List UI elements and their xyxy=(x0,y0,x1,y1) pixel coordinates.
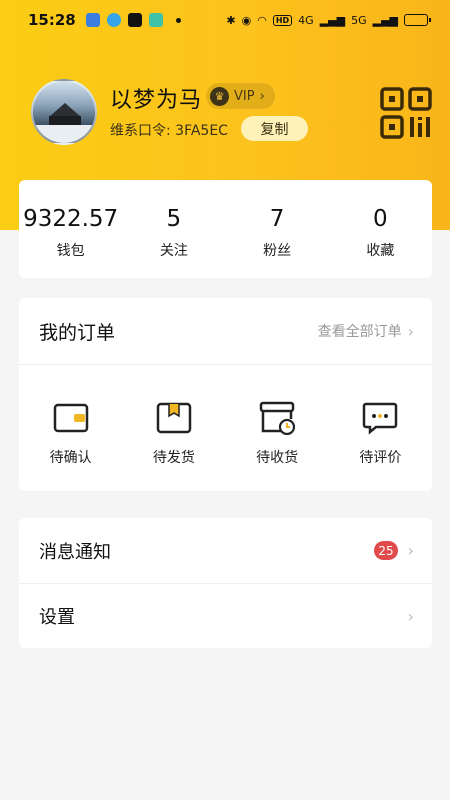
wifi-icon: ◠ xyxy=(257,13,267,27)
signal-bars-icon: ▂▄▆ xyxy=(319,13,346,27)
unread-badge: 25 xyxy=(374,541,398,560)
copy-button[interactable]: 复制 xyxy=(241,116,308,141)
stat-label: 粉丝 xyxy=(263,243,292,259)
view-all-label: 查看全部订单 xyxy=(317,324,402,340)
package-clock-icon xyxy=(259,401,296,435)
more-notifications-icon xyxy=(175,17,181,23)
stat-followers[interactable]: 7 粉丝 xyxy=(226,180,329,278)
order-label: 待收货 xyxy=(256,450,299,466)
stat-wallet[interactable]: 9322.57 钱包 xyxy=(19,180,122,278)
order-status-row: 待确认 待发货 待收货 待评价 xyxy=(19,365,432,491)
signal-bars-icon: ▂▄▆ xyxy=(372,13,398,27)
signal-4g: 4G xyxy=(298,13,314,27)
avatar[interactable] xyxy=(31,79,97,145)
wallet-icon xyxy=(53,403,88,433)
stat-following[interactable]: 5 关注 xyxy=(122,180,225,278)
hd-badge: HD xyxy=(272,14,293,26)
orders-title: 我的订单 xyxy=(39,321,116,344)
view-all-orders-link[interactable]: 查看全部订单 › xyxy=(318,321,414,341)
menu-right: 25 › xyxy=(374,541,414,560)
avatar-image-roof xyxy=(49,103,81,117)
status-bar: 15:28 ✱ ◉ ◠ HD 4G ▂▄▆ 5G ▂▄▆ xyxy=(0,0,450,40)
stat-favorites[interactable]: 0 收藏 xyxy=(329,180,432,278)
order-label: 待发货 xyxy=(152,450,195,466)
menu-item-messages[interactable]: 消息通知 25 › xyxy=(19,518,432,583)
chevron-right-icon: › xyxy=(407,606,414,626)
crown-icon: ♛ xyxy=(210,86,229,106)
vip-label: VIP xyxy=(234,88,255,104)
app-notification-icon xyxy=(106,13,121,27)
order-label: 待评价 xyxy=(359,450,402,466)
stat-value: 7 xyxy=(269,206,285,232)
chevron-right-icon: › xyxy=(259,88,265,104)
box-icon xyxy=(156,402,192,434)
notification-icons xyxy=(85,13,181,27)
menu-right: › xyxy=(408,607,414,626)
signal-5g: 5G xyxy=(351,13,367,27)
avatar-image-ground xyxy=(33,125,95,143)
comment-icon xyxy=(363,402,398,435)
username: 以梦为马 xyxy=(110,88,203,113)
stat-label: 关注 xyxy=(159,243,188,259)
bluetooth-icon: ✱ xyxy=(226,13,236,27)
order-pending-review[interactable]: 待评价 xyxy=(329,365,432,491)
order-pending-confirm[interactable]: 待确认 xyxy=(19,365,122,491)
order-pending-receive[interactable]: 待收货 xyxy=(226,365,329,491)
chevron-right-icon: › xyxy=(407,541,414,560)
order-label: 待确认 xyxy=(49,450,92,466)
stats-card: 9322.57 钱包 5 关注 7 粉丝 0 收藏 xyxy=(19,180,432,278)
menu-item-settings[interactable]: 设置 › xyxy=(19,583,432,648)
qr-code-icon[interactable] xyxy=(380,87,432,139)
chevron-right-icon: › xyxy=(407,321,414,341)
stat-label: 收藏 xyxy=(366,243,395,259)
location-icon: ◉ xyxy=(241,13,252,27)
orders-header: 我的订单 查看全部订单 › xyxy=(19,298,432,365)
app-notification-icon xyxy=(85,13,100,27)
stat-label: 钱包 xyxy=(56,243,85,259)
invite-code: 维系口令: 3FA5EC xyxy=(110,123,228,139)
stat-value: 0 xyxy=(373,206,388,232)
app-notification-icon xyxy=(148,13,163,27)
tiktok-icon xyxy=(127,13,142,27)
orders-card: 我的订单 查看全部订单 › 待确认 待发货 待收货 待评价 xyxy=(19,298,432,491)
status-time: 15:28 xyxy=(28,11,76,29)
stat-value: 9322.57 xyxy=(23,206,119,232)
status-right: ✱ ◉ ◠ HD 4G ▂▄▆ 5G ▂▄▆ xyxy=(226,13,431,27)
menu-label: 消息通知 xyxy=(39,541,111,563)
vip-badge[interactable]: ♛ VIP › xyxy=(206,83,275,109)
battery-icon xyxy=(404,14,431,26)
stat-value: 5 xyxy=(166,206,182,232)
order-pending-ship[interactable]: 待发货 xyxy=(122,365,225,491)
menu-label: 设置 xyxy=(39,607,75,628)
menu-card: 消息通知 25 › 设置 › xyxy=(19,518,432,648)
